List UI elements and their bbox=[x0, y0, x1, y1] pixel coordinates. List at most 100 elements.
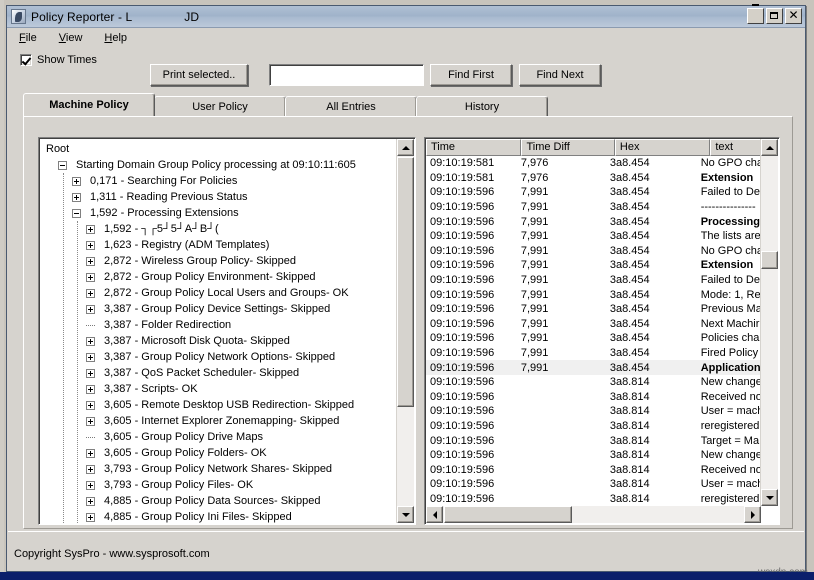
expand-plus-icon[interactable] bbox=[86, 369, 95, 378]
list-row[interactable]: 09:10:19:5817,9763a8.454No GPO cha bbox=[426, 156, 763, 171]
close-button[interactable]: ✕ bbox=[785, 8, 802, 24]
tree-node[interactable]: 3,605 - Group Policy Drive Maps bbox=[40, 429, 398, 445]
menu-item-view[interactable]: View bbox=[56, 31, 86, 45]
list-vertical-scrollbar[interactable] bbox=[760, 139, 778, 506]
tree-node[interactable]: 4,885 - Group Policy Ini Files- Skipped bbox=[40, 509, 398, 523]
tree-scroll-down-button[interactable] bbox=[397, 506, 414, 523]
tab-user-policy[interactable]: User Policy bbox=[154, 96, 286, 116]
tab-machine-policy[interactable]: Machine Policy bbox=[23, 93, 155, 116]
entries-list-view[interactable]: TimeTime DiffHextext 09:10:19:5817,9763a… bbox=[424, 137, 780, 525]
expand-plus-icon[interactable] bbox=[86, 353, 95, 362]
list-row[interactable]: 09:10:19:5967,9913a8.454No GPO cha bbox=[426, 244, 763, 259]
list-scroll-down-button[interactable] bbox=[761, 489, 778, 506]
tree-node[interactable]: 3,387 - Group Policy Device Settings- Sk… bbox=[40, 301, 398, 317]
tree-node[interactable]: 3,793 - Group Policy Files- OK bbox=[40, 477, 398, 493]
list-scroll-left-button[interactable] bbox=[426, 506, 443, 523]
list-row[interactable]: 09:10:19:5963a8.814Received no bbox=[426, 462, 763, 477]
list-row[interactable]: 09:10:19:5963a8.814User = mach bbox=[426, 404, 763, 419]
list-row[interactable]: 09:10:19:5967,9913a8.454Previous Ma bbox=[426, 302, 763, 317]
menu-item-help[interactable]: Help bbox=[101, 31, 130, 45]
tree-node[interactable]: 2,872 - Wireless Group Policy- Skipped bbox=[40, 253, 398, 269]
tab-history[interactable]: History bbox=[416, 96, 548, 116]
expand-plus-icon[interactable] bbox=[72, 193, 81, 202]
app-icon[interactable] bbox=[11, 9, 26, 24]
list-row[interactable]: 09:10:19:5963a8.814New change bbox=[426, 448, 763, 463]
list-row[interactable]: 09:10:19:5967,9913a8.454Next Machir bbox=[426, 317, 763, 332]
tree-node[interactable]: 3,387 - Folder Redirection bbox=[40, 317, 398, 333]
tree-node[interactable]: 3,605 - Group Policy Folders- OK bbox=[40, 445, 398, 461]
list-scroll-up-button[interactable] bbox=[761, 139, 778, 156]
menu-item-file[interactable]: File bbox=[16, 31, 40, 45]
tree-node[interactable]: 3,387 - Scripts- OK bbox=[40, 381, 398, 397]
tree-node[interactable]: 3,605 - Remote Desktop USB Redirection- … bbox=[40, 397, 398, 413]
list-row[interactable]: 09:10:19:5963a8.814New change bbox=[426, 375, 763, 390]
list-row[interactable]: 09:10:19:5963a8.814reregistered. bbox=[426, 419, 763, 434]
list-row[interactable]: 09:10:19:5963a8.814reregistered. bbox=[426, 492, 763, 507]
column-header-hex[interactable]: Hex bbox=[615, 139, 710, 156]
tree-node[interactable]: 1,592 - Processing Extensions bbox=[40, 205, 398, 221]
tree-scroll-up-button[interactable] bbox=[397, 139, 414, 156]
list-scroll-thumb[interactable] bbox=[761, 251, 778, 269]
list-hscroll-thumb[interactable] bbox=[444, 506, 572, 523]
expand-plus-icon[interactable] bbox=[86, 337, 95, 346]
list-scroll-right-button[interactable] bbox=[744, 506, 761, 523]
expand-plus-icon[interactable] bbox=[86, 401, 95, 410]
expand-plus-icon[interactable] bbox=[72, 177, 81, 186]
tree-node[interactable]: 3,387 - QoS Packet Scheduler- Skipped bbox=[40, 365, 398, 381]
show-times-toggle[interactable]: Show Times bbox=[20, 54, 97, 66]
column-header-time[interactable]: Time bbox=[426, 139, 521, 156]
list-row[interactable]: 09:10:19:5967,9913a8.454The lists are bbox=[426, 229, 763, 244]
expand-plus-icon[interactable] bbox=[86, 289, 95, 298]
tree-scroll-thumb[interactable] bbox=[397, 157, 414, 407]
expand-plus-icon[interactable] bbox=[86, 305, 95, 314]
list-row[interactable]: 09:10:19:5967,9913a8.454Mode: 1, Re bbox=[426, 287, 763, 302]
list-row[interactable]: 09:10:19:5963a8.814Target = Ma bbox=[426, 433, 763, 448]
expand-plus-icon[interactable] bbox=[86, 497, 95, 506]
tree-node[interactable]: 3,387 - Group Policy Network Options- Sk… bbox=[40, 349, 398, 365]
expand-plus-icon[interactable] bbox=[86, 449, 95, 458]
tree-node[interactable]: 3,605 - Internet Explorer Zonemapping- S… bbox=[40, 413, 398, 429]
list-row[interactable]: 09:10:19:5967,9913a8.454Extension bbox=[426, 258, 763, 273]
expand-plus-icon[interactable] bbox=[86, 241, 95, 250]
collapse-minus-icon[interactable] bbox=[72, 209, 81, 218]
expand-plus-icon[interactable] bbox=[86, 465, 95, 474]
tree-node[interactable]: 1,592 - ┐┌5┘5┘A┘B┘( bbox=[40, 221, 398, 237]
title-bar[interactable]: Policy Reporter - L JD ✕ bbox=[7, 6, 805, 28]
tree-node[interactable]: 0,171 - Searching For Policies bbox=[40, 173, 398, 189]
list-row[interactable]: 09:10:19:5963a8.814User = mach bbox=[426, 477, 763, 492]
tree-node[interactable]: 3,387 - Microsoft Disk Quota- Skipped bbox=[40, 333, 398, 349]
tab-all-entries[interactable]: All Entries bbox=[285, 96, 417, 116]
column-header-time-diff[interactable]: Time Diff bbox=[521, 139, 614, 156]
list-horizontal-scrollbar[interactable] bbox=[426, 506, 761, 523]
list-row[interactable]: 09:10:19:5967,9913a8.454Failed to Del bbox=[426, 185, 763, 200]
expand-plus-icon[interactable] bbox=[86, 417, 95, 426]
expand-plus-icon[interactable] bbox=[86, 273, 95, 282]
list-row[interactable]: 09:10:19:5967,9913a8.454--------------- bbox=[426, 200, 763, 215]
list-row[interactable]: 09:10:19:5963a8.814Received no bbox=[426, 390, 763, 405]
tree-node[interactable]: 4,885 - Group Policy Data Sources- Skipp… bbox=[40, 493, 398, 509]
list-row[interactable]: 09:10:19:5817,9763a8.454Extension bbox=[426, 171, 763, 186]
find-next-button[interactable]: Find Next bbox=[519, 64, 601, 86]
search-input[interactable] bbox=[269, 64, 424, 86]
tree-node[interactable]: Starting Domain Group Policy processing … bbox=[40, 157, 398, 173]
print-selected-button[interactable]: Print selected.. bbox=[150, 64, 248, 86]
list-row[interactable]: 09:10:19:5967,9913a8.454Failed to Del bbox=[426, 273, 763, 288]
expand-plus-icon[interactable] bbox=[86, 257, 95, 266]
collapse-minus-icon[interactable] bbox=[58, 161, 67, 170]
tree-node[interactable]: 1,623 - Registry (ADM Templates) bbox=[40, 237, 398, 253]
tree-node[interactable]: Root bbox=[40, 141, 398, 157]
policy-tree-view[interactable]: RootStarting Domain Group Policy process… bbox=[38, 137, 416, 525]
show-times-checkbox[interactable] bbox=[20, 54, 32, 66]
find-first-button[interactable]: Find First bbox=[430, 64, 512, 86]
tree-vertical-scrollbar[interactable] bbox=[396, 139, 414, 523]
list-row[interactable]: 09:10:19:5967,9913a8.454Application bbox=[426, 360, 763, 375]
expand-plus-icon[interactable] bbox=[86, 385, 95, 394]
expand-plus-icon[interactable] bbox=[86, 225, 95, 234]
maximize-button[interactable] bbox=[766, 8, 783, 24]
list-row[interactable]: 09:10:19:5967,9913a8.454Policies chan bbox=[426, 331, 763, 346]
expand-plus-icon[interactable] bbox=[86, 481, 95, 490]
list-row[interactable]: 09:10:19:5967,9913a8.454Processing bbox=[426, 214, 763, 229]
tree-node[interactable]: 3,793 - Group Policy Network Shares- Ski… bbox=[40, 461, 398, 477]
tree-node[interactable]: 2,872 - Group Policy Local Users and Gro… bbox=[40, 285, 398, 301]
list-row[interactable]: 09:10:19:5967,9913a8.454Fired Policy bbox=[426, 346, 763, 361]
